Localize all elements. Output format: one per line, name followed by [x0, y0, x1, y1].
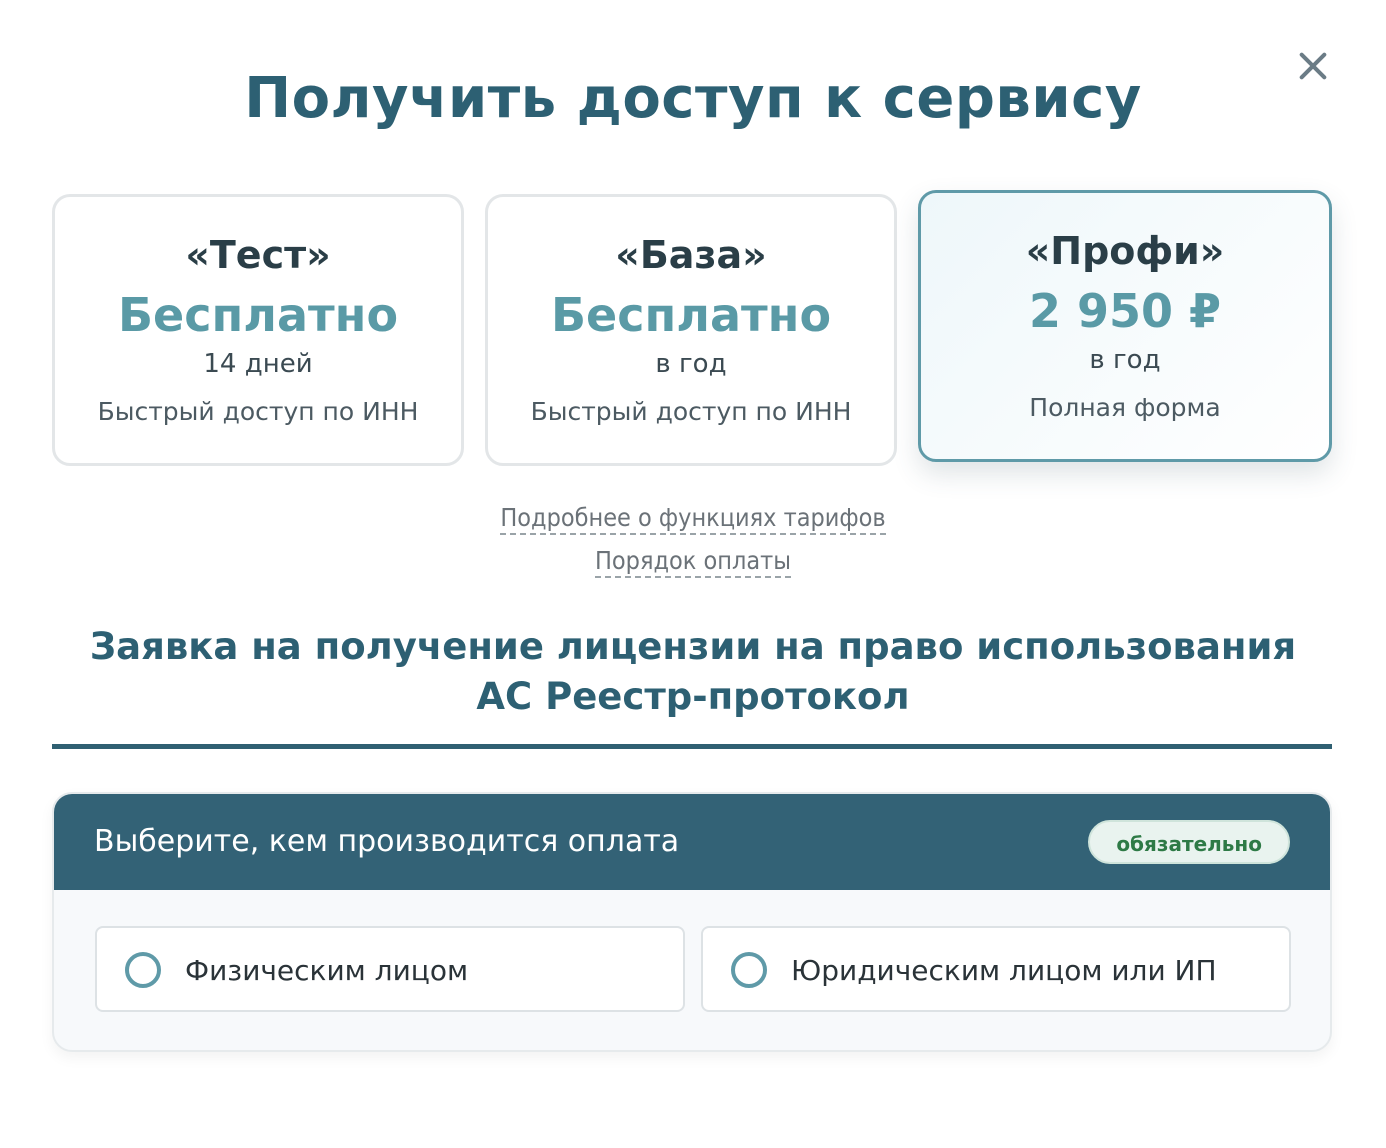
option-label: Физическим лицом: [185, 954, 469, 987]
modal-title: Получить доступ к сервису: [244, 66, 1142, 131]
access-modal: Получить доступ к сервису «Тест» Бесплат…: [0, 0, 1386, 1148]
info-links: Подробнее о функциях тарифов Порядок опл…: [0, 503, 1386, 589]
plan-cards: «Тест» Бесплатно 14 дней Быстрый доступ …: [52, 190, 1332, 466]
plan-description: Быстрый доступ по ИНН: [97, 397, 419, 426]
radio-button[interactable]: [731, 952, 767, 988]
plan-price: Бесплатно: [550, 288, 832, 342]
plan-price: 2 950 ₽: [1028, 284, 1222, 338]
plan-period: в год: [1089, 345, 1161, 375]
plan-card-test[interactable]: «Тест» Бесплатно 14 дней Быстрый доступ …: [52, 194, 464, 466]
payer-section: Выберите, кем производится оплата обязат…: [52, 792, 1332, 1052]
divider: [52, 744, 1332, 749]
plan-description: Быстрый доступ по ИНН: [530, 397, 852, 426]
option-label: Юридическим лицом или ИП: [791, 954, 1217, 987]
plan-name: «Профи»: [1025, 229, 1225, 273]
radio-button[interactable]: [125, 952, 161, 988]
plan-card-pro[interactable]: «Профи» 2 950 ₽ в год Полная форма: [918, 190, 1332, 462]
plan-card-base[interactable]: «База» Бесплатно в год Быстрый доступ по…: [485, 194, 897, 466]
payment-order-link[interactable]: Порядок оплаты: [594, 546, 791, 578]
payer-section-heading: Выберите, кем производится оплата: [94, 824, 680, 859]
plan-period: 14 дней: [203, 349, 313, 379]
plan-period: в год: [655, 349, 727, 379]
plan-name: «База»: [615, 233, 767, 277]
application-title-line1: Заявка на получение лицензии на право ис…: [89, 625, 1297, 668]
features-link[interactable]: Подробнее о функциях тарифов: [500, 503, 886, 535]
application-title-line2: АС Реестр-протокол: [476, 675, 910, 718]
application-title: Заявка на получение лицензии на право ис…: [0, 622, 1386, 722]
plan-description: Полная форма: [1029, 393, 1221, 422]
payer-option-legal-entity[interactable]: Юридическим лицом или ИП: [701, 926, 1291, 1012]
payer-option-individual[interactable]: Физическим лицом: [95, 926, 685, 1012]
payer-section-header: Выберите, кем производится оплата обязат…: [54, 794, 1330, 890]
plan-name: «Тест»: [185, 233, 331, 277]
plan-price: Бесплатно: [117, 288, 399, 342]
required-badge: обязательно: [1088, 820, 1290, 864]
